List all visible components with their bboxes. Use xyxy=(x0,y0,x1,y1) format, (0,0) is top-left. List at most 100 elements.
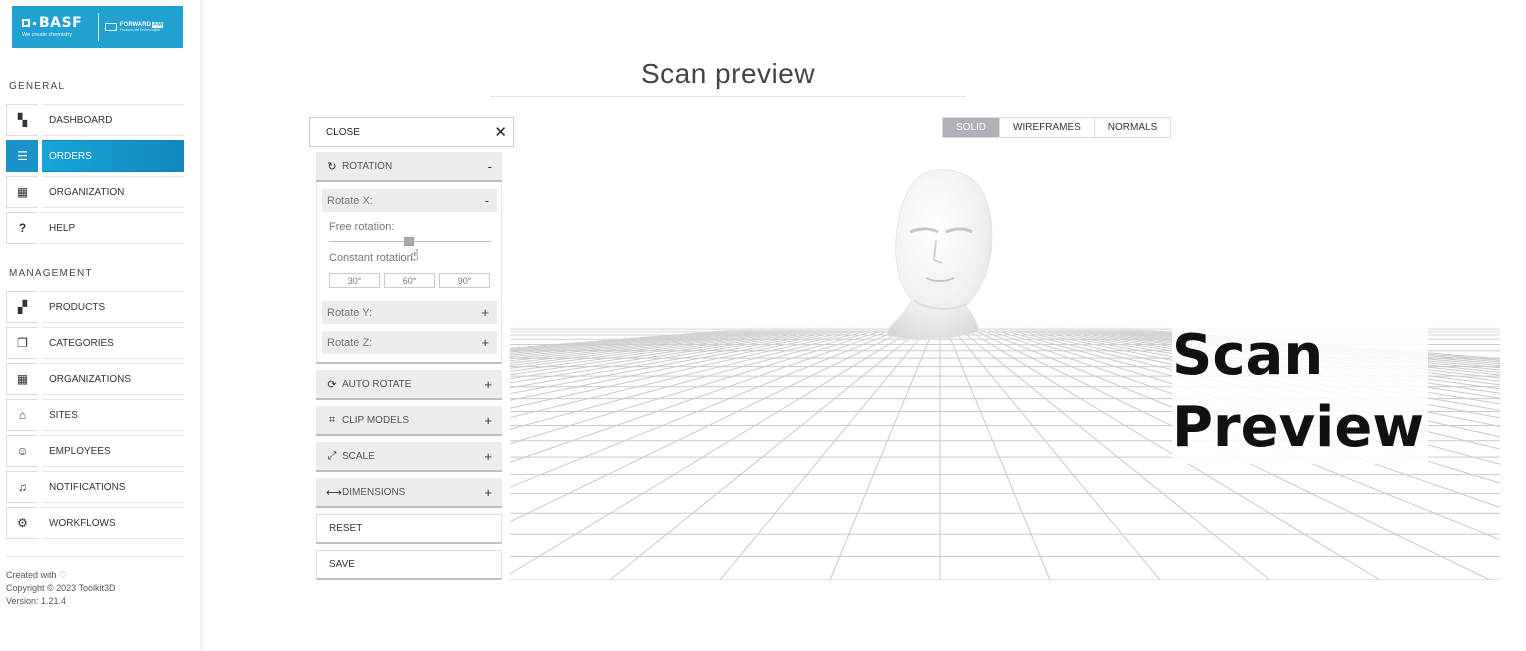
basf-logo-square-icon xyxy=(22,19,30,27)
expand-icon[interactable]: + xyxy=(484,377,492,392)
expand-arrows-icon: ⤢ xyxy=(327,449,337,462)
rotate-z-header[interactable]: Rotate Z: + xyxy=(322,331,497,354)
sidebar-item-label: HELP xyxy=(42,212,184,244)
accordion-label: CLIP MODELS xyxy=(342,414,410,426)
sidebar-divider xyxy=(200,0,204,651)
accordion-label: AUTO ROTATE xyxy=(342,378,412,390)
heart-icon: ♡ xyxy=(59,570,68,580)
rotate-z-label: Rotate Z: xyxy=(327,336,373,349)
building-icon: ▦ xyxy=(6,363,38,395)
collapse-icon[interactable]: - xyxy=(485,193,492,208)
sidebar-item-label: WORKFLOWS xyxy=(42,507,184,539)
sidebar-item-label: PRODUCTS xyxy=(42,291,184,323)
rotate-60-button[interactable]: 60° xyxy=(384,273,435,288)
footer-copyright: Copyright © 2023 Toolkit3D xyxy=(6,583,116,593)
sidebar-item-label: NOTIFICATIONS xyxy=(42,471,184,503)
sidebar-item-organizations[interactable]: ▦ ORGANIZATIONS xyxy=(6,363,184,395)
expand-icon[interactable]: + xyxy=(481,305,492,320)
view-mode-solid[interactable]: SOLID xyxy=(943,118,1001,137)
dashboard-icon: ▚ xyxy=(6,104,38,136)
expand-icon[interactable]: + xyxy=(484,485,492,500)
partner-sub: Forward AM Technologies xyxy=(120,28,161,32)
boxes-icon: ▞ xyxy=(6,291,38,323)
free-rotation-label: Free rotation: xyxy=(329,221,395,233)
hand-cursor-icon: ☝ xyxy=(410,247,420,264)
sidebar-item-products[interactable]: ▞ PRODUCTS xyxy=(6,291,184,323)
rotate-30-button[interactable]: 30° xyxy=(329,273,380,288)
expand-icon[interactable]: + xyxy=(481,335,492,350)
bell-icon: ♫ xyxy=(6,471,38,503)
sidebar-item-label: ORGANIZATIONS xyxy=(42,363,184,395)
sidebar-item-notifications[interactable]: ♫ NOTIFICATIONS xyxy=(6,471,184,503)
sidebar-item-label: CATEGORIES xyxy=(42,327,184,359)
view-mode-normals[interactable]: NORMALS xyxy=(1094,118,1171,137)
sidebar-item-employees[interactable]: ☺ EMPLOYEES xyxy=(6,435,184,467)
sidebar-item-dashboard[interactable]: ▚ DASHBOARD xyxy=(6,104,184,136)
sidebar-item-label: ORDERS xyxy=(42,140,184,172)
sync-icon: ⟳ xyxy=(327,378,337,391)
close-panel-button[interactable]: CLOSE ✕ xyxy=(309,117,514,147)
accordion-clip-models[interactable]: ⌗ CLIP MODELS + xyxy=(316,406,502,436)
overlay-caption-line2: Preview xyxy=(1172,395,1425,460)
ruler-icon: ⟷ xyxy=(326,486,342,499)
constant-rotation-label: Constant rotation: xyxy=(329,252,416,264)
collapse-icon[interactable]: - xyxy=(488,159,492,174)
accordion-scale[interactable]: ⤢ SCALE + xyxy=(316,442,502,472)
brand-tagline: We create chemistry xyxy=(22,31,73,38)
view-mode-wireframes[interactable]: WIREFRAMES xyxy=(1000,118,1095,137)
overlay-caption-line1: Scan xyxy=(1172,323,1324,388)
expand-icon[interactable]: + xyxy=(484,413,492,428)
orders-icon: ☰ xyxy=(6,140,38,172)
view-mode-switch: SOLID WIREFRAMES NORMALS xyxy=(942,117,1172,138)
building-icon: ▦ xyxy=(6,176,38,208)
forward-am-logo: FORWARD AM Forward AM Technologies xyxy=(105,22,164,32)
rotate-x-label: Rotate X: xyxy=(327,194,373,207)
reset-button[interactable]: RESET xyxy=(316,514,502,544)
rotate-x-header[interactable]: Rotate X: - xyxy=(322,189,497,212)
title-divider xyxy=(490,96,966,97)
store-icon: ⌂ xyxy=(6,399,38,431)
sidebar: BASF We create chemistry FORWARD AM Forwa… xyxy=(0,0,200,651)
close-icon[interactable]: ✕ xyxy=(494,123,507,141)
sidebar-item-label: DASHBOARD xyxy=(42,104,184,136)
page-title: Scan preview xyxy=(640,58,816,89)
free-rotation-slider-thumb[interactable] xyxy=(404,237,414,246)
rotate-icon: ↻ xyxy=(327,160,337,173)
save-button[interactable]: SAVE xyxy=(316,550,502,580)
cogs-icon: ⚙ xyxy=(6,507,38,539)
sidebar-item-label: SITES xyxy=(42,399,184,431)
truck-icon xyxy=(105,23,117,31)
footer-version: Version: 1.21.4 xyxy=(6,596,67,606)
sidebar-item-categories[interactable]: ❐ CATEGORIES xyxy=(6,327,184,359)
sidebar-item-label: EMPLOYEES xyxy=(42,435,184,467)
sidebar-item-workflows[interactable]: ⚙ WORKFLOWS xyxy=(6,507,184,539)
accordion-dimensions[interactable]: ⟷ DIMENSIONS + xyxy=(316,478,502,508)
sidebar-item-sites[interactable]: ⌂ SITES xyxy=(6,399,184,431)
users-icon: ☺ xyxy=(6,435,38,467)
footer-created-with: Created with ♡ xyxy=(6,570,68,580)
rotate-90-button[interactable]: 90° xyxy=(439,273,490,288)
section-title-general: GENERAL xyxy=(9,81,66,92)
accordion-label: DIMENSIONS xyxy=(342,486,406,498)
rotate-y-header[interactable]: Rotate Y: + xyxy=(322,301,497,324)
rotate-y-label: Rotate Y: xyxy=(327,306,373,319)
sidebar-footer: Created with ♡ Copyright © 2023 Toolkit3… xyxy=(6,556,184,608)
close-label: CLOSE xyxy=(326,126,360,138)
brand-logo[interactable]: BASF We create chemistry FORWARD AM Forwa… xyxy=(12,6,183,48)
sidebar-item-orders[interactable]: ☰ ORDERS xyxy=(6,140,184,172)
basf-logo: BASF We create chemistry xyxy=(12,14,98,39)
accordion-auto-rotate[interactable]: ⟳ AUTO ROTATE + xyxy=(316,370,502,400)
sidebar-item-organization[interactable]: ▦ ORGANIZATION xyxy=(6,176,184,208)
overlay-caption: Scan Preview xyxy=(1172,320,1428,464)
help-icon: ? xyxy=(6,212,38,244)
logo-divider xyxy=(98,13,99,41)
sidebar-item-help[interactable]: ? HELP xyxy=(6,212,184,244)
section-title-management: MANAGEMENT xyxy=(9,268,93,279)
crop-icon: ⌗ xyxy=(328,413,336,426)
accordion-rotation[interactable]: ↻ ROTATION - xyxy=(316,152,502,182)
sidebar-item-label: ORGANIZATION xyxy=(42,176,184,208)
accordion-label: SCALE xyxy=(342,450,375,462)
scan-model[interactable] xyxy=(886,169,993,341)
brand-name: BASF xyxy=(39,14,83,31)
expand-icon[interactable]: + xyxy=(484,449,492,464)
